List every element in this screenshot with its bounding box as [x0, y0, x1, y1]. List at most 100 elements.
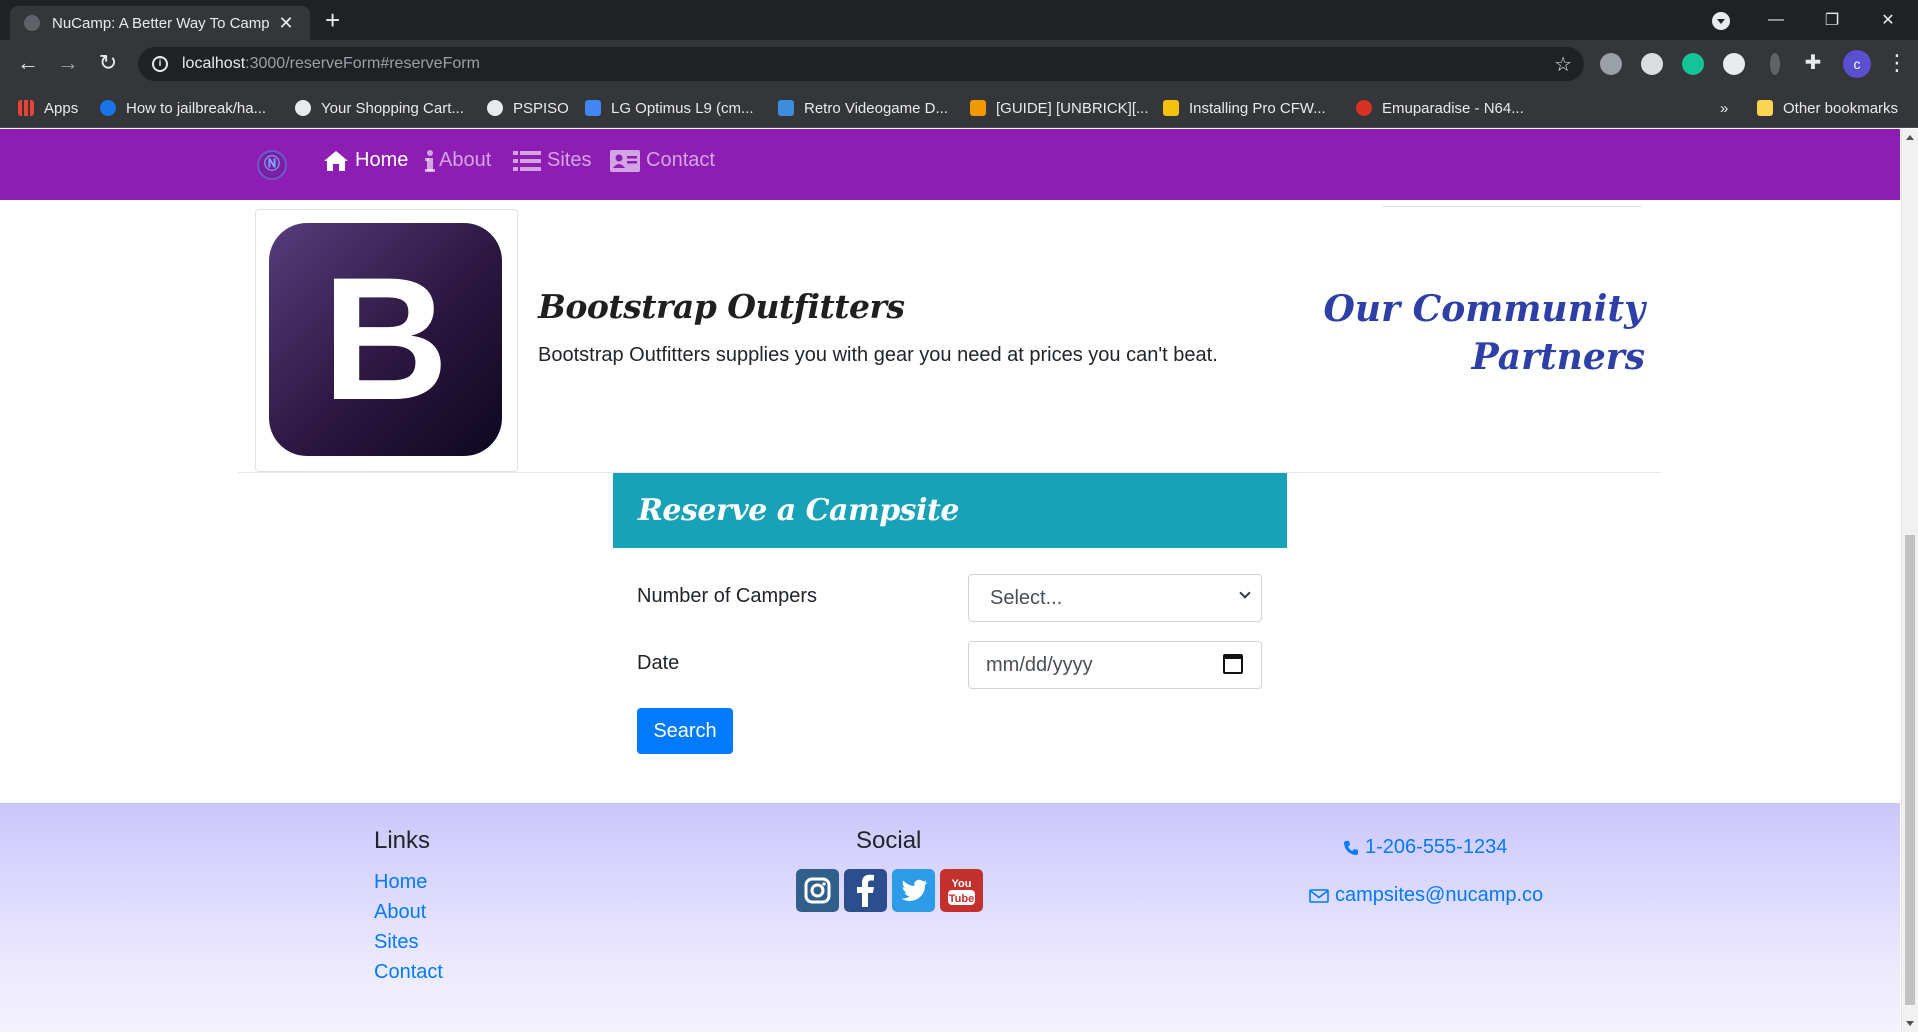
nav-about[interactable]: About [425, 149, 491, 172]
nav-sites[interactable]: Sites [513, 149, 591, 172]
browser-tab[interactable]: NuCamp: A Better Way To Camp ✕ [10, 6, 310, 40]
xda-icon [970, 100, 986, 116]
minimize-icon[interactable]: — [1748, 11, 1804, 29]
nav-home[interactable]: Home [323, 149, 408, 172]
bookmark-item[interactable]: Apps [18, 88, 78, 128]
campers-select[interactable]: Select... [968, 574, 1262, 622]
twitter-icon[interactable] [892, 869, 935, 912]
forward-icon[interactable]: → [54, 50, 82, 76]
footer-email[interactable]: campsites@nucamp.co [1309, 884, 1543, 907]
date-label: Date [637, 652, 680, 674]
bookmark-label: Your Shopping Cart... [321, 99, 464, 117]
globe-icon [24, 15, 40, 31]
close-window-icon[interactable]: ✕ [1860, 10, 1916, 30]
nav-about-label: About [439, 149, 492, 171]
nucamp-logo[interactable]: Ⓝ [257, 150, 287, 180]
bootstrap-logo: B [269, 223, 502, 456]
bookmark-item[interactable]: Your Shopping Cart... [295, 88, 464, 128]
chrome-menu-icon[interactable]: ⋮ [1886, 50, 1908, 76]
date-placeholder: mm/dd/yyyy [986, 654, 1093, 676]
facebook-icon[interactable] [844, 869, 887, 912]
reload-icon[interactable]: ↻ [94, 50, 122, 76]
tab-search-icon[interactable] [1712, 12, 1730, 30]
extension-icon[interactable] [1723, 53, 1745, 75]
bookmarks-overflow-button[interactable]: » [1720, 88, 1728, 128]
bookmark-label: PSPISO [513, 99, 569, 117]
bookmarks-bar: Apps How to jailbreak/ha... Your Shoppin… [0, 88, 1918, 128]
community-heading-line: Partners [1471, 336, 1645, 378]
extension-icon[interactable] [1641, 53, 1663, 75]
bookmark-star-icon[interactable]: ☆ [1554, 52, 1572, 77]
extension-icon[interactable] [1600, 53, 1622, 75]
bookmark-label: Emuparadise - N64... [1382, 99, 1524, 117]
folder-icon [1757, 100, 1773, 116]
instagram-icon[interactable] [796, 869, 839, 912]
scroll-down-arrow-icon[interactable] [1906, 1021, 1914, 1026]
url-path: :3000/reserveForm#reserveForm [245, 55, 480, 72]
nav-home-label: Home [355, 149, 409, 171]
bookmark-item[interactable]: Retro Videogame D... [778, 88, 948, 128]
tab-title: NuCamp: A Better Way To Camp [52, 14, 270, 32]
bookmark-favicon-icon [585, 100, 601, 116]
phone-icon [1344, 840, 1358, 855]
bookmark-label: Apps [44, 99, 79, 117]
new-tab-button[interactable]: + [325, 6, 340, 34]
close-tab-icon[interactable]: ✕ [276, 13, 296, 34]
phone-number: 1-206-555-1234 [1365, 836, 1508, 858]
bookmark-label: Retro Videogame D... [804, 99, 948, 117]
bookmark-item[interactable]: Emuparadise - N64... [1356, 88, 1524, 128]
url-host: localhost [182, 55, 246, 72]
svg-text:Tube: Tube [949, 893, 974, 905]
address-bar[interactable]: i localhost:3000/reserveForm#reserveForm… [138, 47, 1584, 81]
site-navbar: Ⓝ Home About Sites Contact [0, 129, 1900, 200]
bookmark-item[interactable]: LG Optimus L9 (cm... [585, 88, 754, 128]
mushroom-icon [1356, 100, 1372, 116]
youtube-icon[interactable]: You Tube [940, 869, 983, 912]
grammarly-icon[interactable] [1682, 53, 1704, 75]
footer-link-about[interactable]: About [374, 901, 426, 924]
other-bookmarks-label: Other bookmarks [1783, 99, 1899, 117]
extensions-puzzle-icon[interactable]: ✚ [1799, 50, 1827, 75]
bookmark-item[interactable]: PSPISO [487, 88, 569, 128]
info-icon [425, 149, 435, 172]
footer-social-heading: Social [856, 827, 922, 854]
scrollbar-thumb[interactable] [1905, 535, 1915, 1005]
list-icon [513, 150, 541, 171]
nav-contact-label: Contact [646, 149, 715, 171]
nav-contact[interactable]: Contact [610, 149, 715, 172]
partner-logo-thumbnail: B [255, 209, 518, 472]
profile-avatar[interactable]: c [1843, 50, 1871, 78]
site-info-icon[interactable]: i [152, 56, 168, 72]
nav-sites-label: Sites [547, 149, 592, 171]
bookmark-item[interactable]: Installing Pro CFW... [1163, 88, 1326, 128]
bookmark-item[interactable]: [GUIDE] [UNBRICK][... [970, 88, 1149, 128]
scroll-up-arrow-icon[interactable] [1906, 135, 1914, 140]
window-controls: — ❐ ✕ [1748, 0, 1916, 40]
date-input[interactable]: mm/dd/yyyy [968, 641, 1262, 689]
search-button[interactable]: Search [637, 708, 733, 754]
bookmark-label: LG Optimus L9 (cm... [611, 99, 754, 117]
restore-icon[interactable]: ❐ [1804, 10, 1860, 30]
campers-label: Number of Campers [637, 585, 818, 607]
back-icon[interactable]: ← [14, 50, 42, 76]
home-icon [324, 150, 348, 171]
address-card-icon [610, 149, 640, 172]
browser-toolbar: ← → ↻ i localhost:3000/reserveForm#reser… [0, 40, 1918, 88]
site-footer: Links Home About Sites Contact Social Yo… [0, 803, 1900, 1032]
page-scrollbar[interactable] [1901, 129, 1918, 1032]
extension-icon[interactable] [1770, 53, 1780, 75]
browser-tab-strip: NuCamp: A Better Way To Camp ✕ + — ❐ ✕ [0, 0, 1918, 40]
other-bookmarks[interactable]: Other bookmarks [1757, 88, 1898, 128]
footer-link-home[interactable]: Home [374, 871, 427, 894]
calendar-icon[interactable] [1223, 654, 1243, 674]
footer-phone[interactable]: 1-206-555-1234 [1343, 836, 1507, 859]
footer-link-contact[interactable]: Contact [374, 961, 443, 984]
card-edge-divider [1382, 201, 1642, 207]
email-address: campsites@nucamp.co [1335, 884, 1544, 906]
globe-icon [295, 100, 311, 116]
bookmark-item[interactable]: How to jailbreak/ha... [100, 88, 266, 128]
footer-links-heading: Links [374, 827, 431, 854]
partner-name: Bootstrap Outfitters [538, 287, 905, 326]
footer-link-sites[interactable]: Sites [374, 931, 418, 954]
bookmark-favicon-icon [778, 100, 794, 116]
